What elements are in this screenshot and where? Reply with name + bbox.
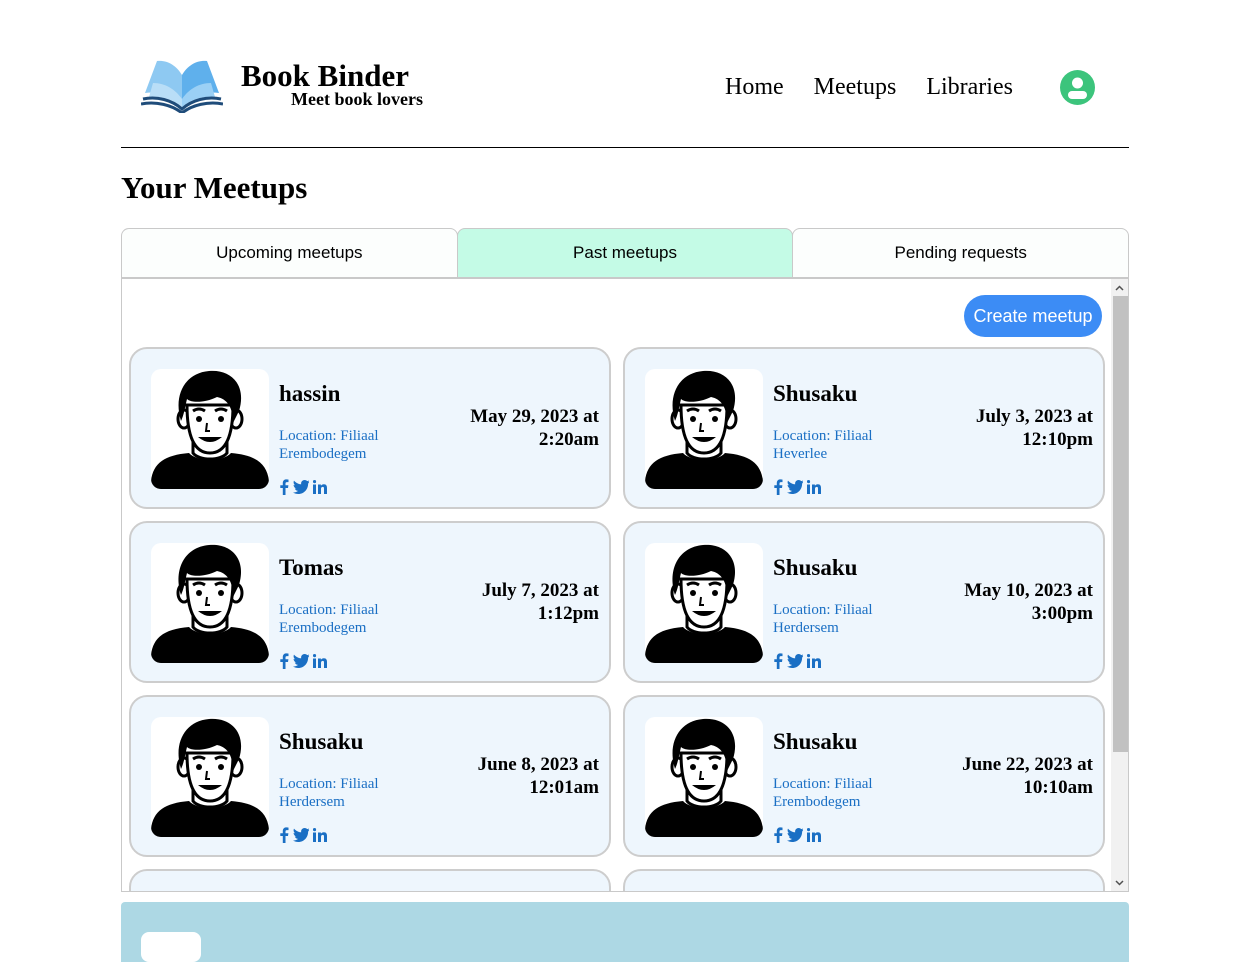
avatar (645, 543, 763, 663)
facebook-icon[interactable] (773, 653, 783, 669)
social-links (773, 653, 821, 669)
twitter-icon[interactable] (787, 480, 803, 494)
tab-past-meetups[interactable]: Past meetups (456, 228, 794, 278)
linkedin-icon[interactable] (807, 654, 821, 668)
avatar (645, 717, 763, 837)
person-avatar-icon (151, 544, 269, 663)
page-footer (121, 902, 1129, 962)
meetup-location[interactable]: Location: Filiaal Heverlee (773, 427, 913, 463)
person-avatar-icon (151, 370, 269, 489)
linkedin-icon[interactable] (313, 654, 327, 668)
meetup-date: July 7, 2023 at 1:12pm (481, 580, 599, 624)
meetup-name: Shusaku (773, 381, 858, 406)
meetup-location[interactable]: Location: Filiaal Erembodegem (773, 775, 913, 811)
meetup-card-partial[interactable] (129, 869, 611, 891)
meetup-card[interactable]: hassin Location: Filiaal Erembodegem May… (129, 347, 611, 509)
facebook-icon[interactable] (279, 827, 289, 843)
meetup-card[interactable]: Tomas Location: Filiaal Erembodegem July… (129, 521, 611, 683)
page-title: Your Meetups (121, 170, 308, 205)
facebook-icon[interactable] (773, 827, 783, 843)
avatar (151, 543, 269, 663)
meetup-name: Tomas (279, 555, 344, 580)
social-links (773, 827, 821, 843)
scroll-up-arrow-icon[interactable] (1111, 279, 1128, 296)
social-links (279, 653, 327, 669)
user-profile-icon[interactable] (1060, 70, 1095, 105)
tab-pending-requests[interactable]: Pending requests (792, 228, 1130, 278)
meetup-location[interactable]: Location: Filiaal Herdersem (773, 601, 913, 637)
twitter-icon[interactable] (293, 654, 309, 668)
social-links (279, 479, 327, 495)
linkedin-icon[interactable] (807, 480, 821, 494)
avatar (645, 369, 763, 489)
avatar (151, 717, 269, 837)
meetup-date: June 8, 2023 at 12:01am (477, 754, 599, 798)
meetup-location[interactable]: Location: Filiaal Erembodegem (279, 427, 419, 463)
meetup-location[interactable]: Location: Filiaal Erembodegem (279, 601, 419, 637)
meetup-name: Shusaku (279, 729, 364, 754)
site-header: Book Binder Meet book lovers Home Meetup… (121, 0, 1129, 148)
nav-home[interactable]: Home (725, 72, 784, 102)
meetup-name: hassin (279, 381, 341, 406)
twitter-icon[interactable] (293, 828, 309, 842)
meetup-date: May 29, 2023 at 2:20am (470, 406, 599, 450)
scrollbar[interactable] (1111, 279, 1128, 891)
avatar (151, 369, 269, 489)
tab-upcoming-meetups[interactable]: Upcoming meetups (121, 228, 458, 278)
meetup-grid: hassin Location: Filiaal Erembodegem May… (129, 347, 1105, 891)
scrollbar-thumb[interactable] (1113, 296, 1128, 752)
meetup-card[interactable]: Shusaku Location: Filiaal Erembodegem Ju… (623, 695, 1105, 857)
scroll-down-arrow-icon[interactable] (1111, 874, 1128, 891)
social-links (773, 479, 821, 495)
facebook-icon[interactable] (279, 653, 289, 669)
person-avatar-icon (645, 718, 763, 837)
person-avatar-icon (151, 718, 269, 837)
facebook-icon[interactable] (773, 479, 783, 495)
person-avatar-icon (645, 370, 763, 489)
brand-tagline: Meet book lovers (291, 89, 423, 109)
meetup-name: Shusaku (773, 729, 858, 754)
footer-element (141, 932, 201, 962)
nav-meetups[interactable]: Meetups (814, 72, 897, 102)
meetup-card[interactable]: Shusaku Location: Filiaal Heverlee July … (623, 347, 1105, 509)
social-links (279, 827, 327, 843)
twitter-icon[interactable] (293, 480, 309, 494)
meetup-tabs: Upcoming meetups Past meetups Pending re… (121, 228, 1130, 279)
meetup-card[interactable]: Shusaku Location: Filiaal Herdersem May … (623, 521, 1105, 683)
linkedin-icon[interactable] (313, 828, 327, 842)
meetup-card-partial[interactable] (623, 869, 1105, 891)
linkedin-icon[interactable] (807, 828, 821, 842)
main-nav: Home Meetups Libraries (725, 72, 1013, 102)
create-meetup-button[interactable]: Create meetup (964, 295, 1102, 337)
meetup-date: June 22, 2023 at 10:10am (962, 754, 1093, 798)
twitter-icon[interactable] (787, 654, 803, 668)
facebook-icon[interactable] (279, 479, 289, 495)
meetups-panel: Create meetup hassin Location: Filiaal E… (121, 278, 1129, 892)
person-avatar-icon (645, 544, 763, 663)
meetup-location[interactable]: Location: Filiaal Herdersem (279, 775, 419, 811)
nav-libraries[interactable]: Libraries (926, 72, 1013, 102)
open-book-icon[interactable] (141, 55, 223, 113)
meetup-name: Shusaku (773, 555, 858, 580)
meetup-date: July 3, 2023 at 12:10pm (975, 406, 1093, 450)
meetup-card[interactable]: Shusaku Location: Filiaal Herdersem June… (129, 695, 611, 857)
twitter-icon[interactable] (787, 828, 803, 842)
linkedin-icon[interactable] (313, 480, 327, 494)
meetup-date: May 10, 2023 at 3:00pm (964, 580, 1093, 624)
